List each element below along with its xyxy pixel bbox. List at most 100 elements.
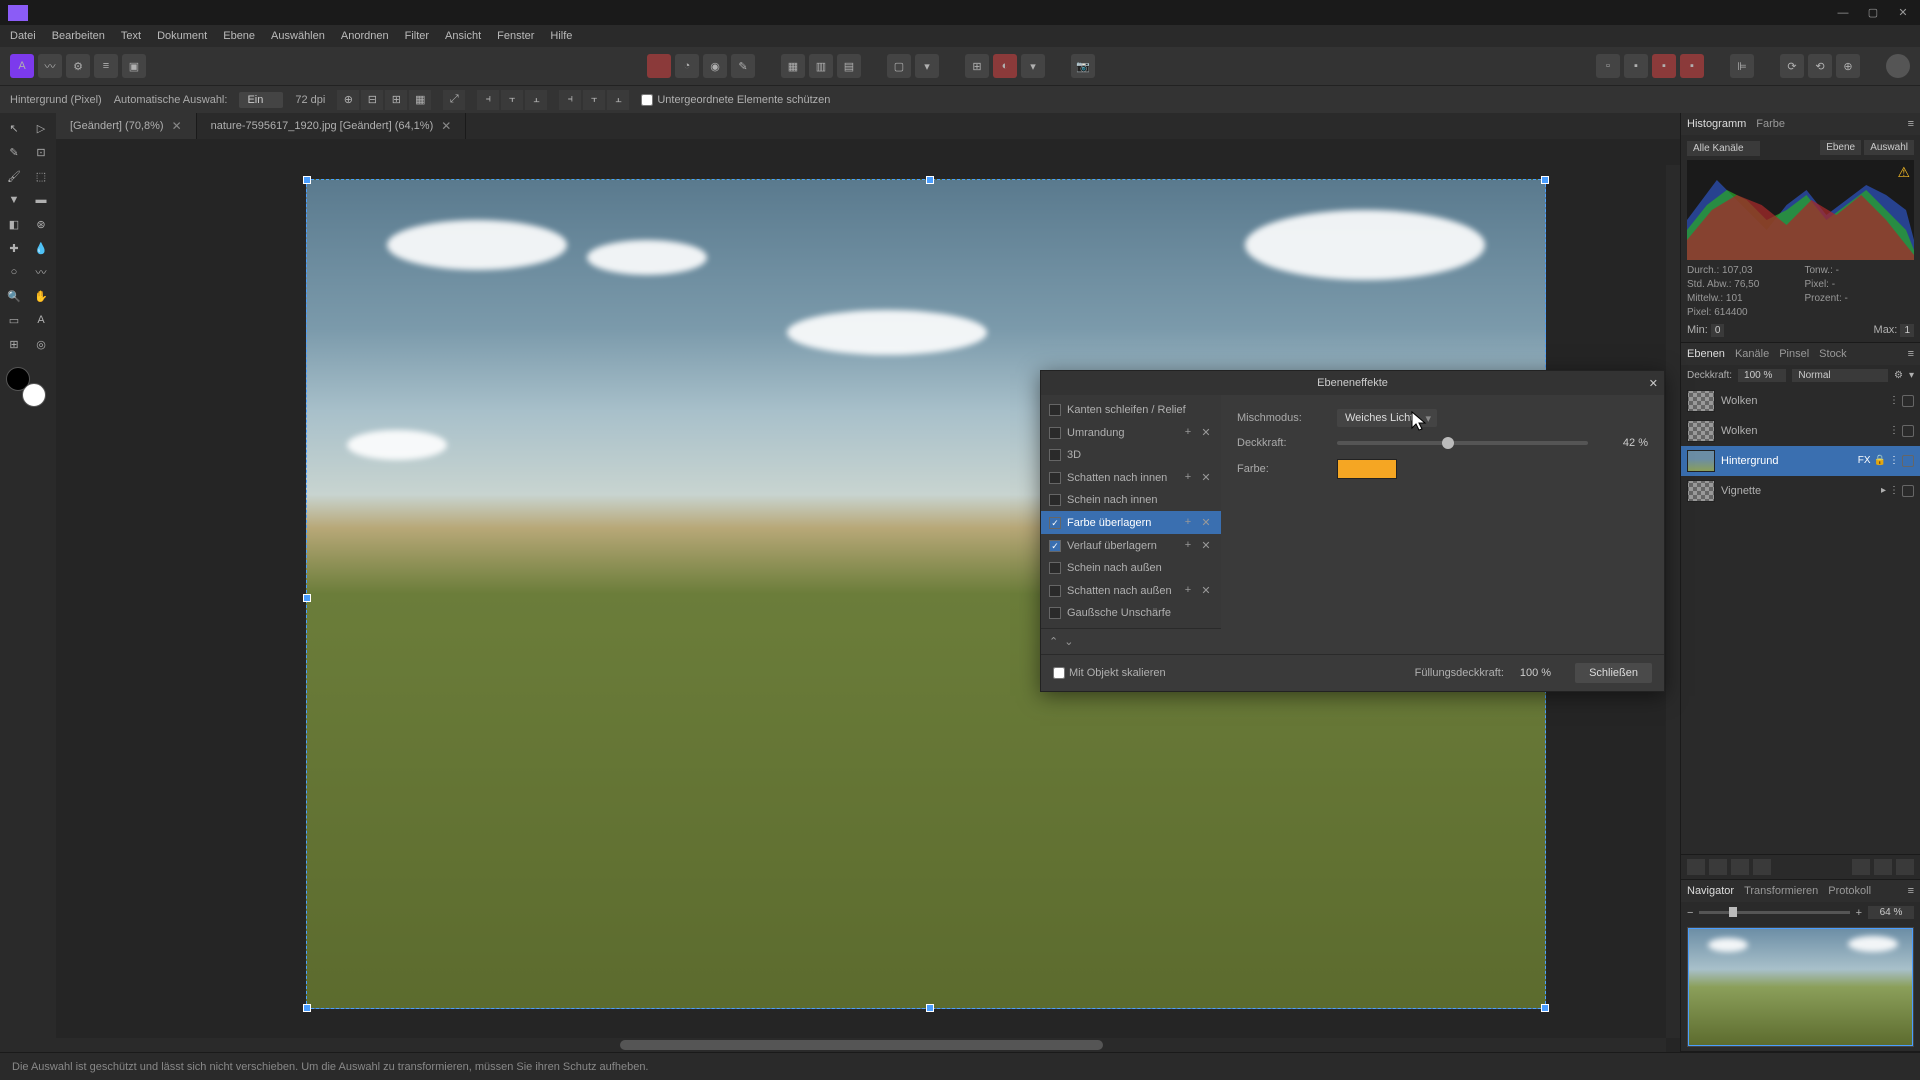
fx-item[interactable]: Kanten schleifen / Relief — [1041, 399, 1221, 421]
tab-layers[interactable]: Ebenen — [1687, 348, 1725, 360]
shape-tool-icon[interactable]: ▭ — [2, 309, 26, 331]
fx-item[interactable]: Schatten nach innen+✕ — [1041, 466, 1221, 489]
fx-remove-icon[interactable]: ✕ — [1199, 471, 1213, 484]
zoom-out-icon[interactable]: − — [1687, 907, 1693, 919]
vertical-scrollbar[interactable] — [1666, 165, 1680, 1038]
align-v-icon[interactable]: ⊞ — [385, 90, 407, 110]
menu-anordnen[interactable]: Anordnen — [341, 30, 389, 42]
fx-add-icon[interactable]: + — [1181, 471, 1195, 484]
auto-select-dropdown[interactable]: Ein — [239, 92, 283, 108]
tab-navigator[interactable]: Navigator — [1687, 885, 1734, 897]
align-left-icon[interactable]: ⫞ — [477, 90, 499, 110]
frame-icon[interactable]: ▢ — [887, 54, 911, 78]
layer-item[interactable]: Wolken⋮ — [1681, 386, 1920, 416]
layer-opacity-input[interactable]: 100 % — [1738, 369, 1786, 382]
persona-develop-icon[interactable]: ⚙ — [66, 54, 90, 78]
smudge-tool-icon[interactable]: 〰 — [29, 261, 53, 283]
fx-button[interactable] — [1731, 859, 1749, 875]
sync2-icon[interactable]: ⟲ — [1808, 54, 1832, 78]
clone-tool-icon[interactable]: ⊛ — [29, 213, 53, 235]
blend-mode-dropdown[interactable]: Weiches Licht — [1337, 409, 1437, 427]
fx-remove-icon[interactable]: ✕ — [1199, 584, 1213, 597]
horizontal-scrollbar[interactable] — [56, 1038, 1666, 1052]
arrange-top-icon[interactable]: ▪ — [1680, 54, 1704, 78]
arrange-mid-icon[interactable]: ▪ — [1624, 54, 1648, 78]
menu-auswählen[interactable]: Auswählen — [271, 30, 325, 42]
tab-history[interactable]: Protokoll — [1828, 885, 1871, 897]
layer-blend-dropdown[interactable]: Normal — [1792, 369, 1888, 382]
tab-stock[interactable]: Stock — [1819, 348, 1847, 360]
grid-toggle-icon[interactable]: ▦ — [781, 54, 805, 78]
tab-close-icon[interactable]: ✕ — [172, 119, 182, 133]
delete-layer-button[interactable] — [1874, 859, 1892, 875]
opacity-value[interactable]: 42 % — [1598, 437, 1648, 449]
opacity-slider[interactable] — [1337, 441, 1588, 445]
align-vcenter-icon[interactable]: ⫟ — [583, 90, 605, 110]
dropdown-icon[interactable]: ▾ — [915, 54, 939, 78]
blur-tool-icon[interactable]: 💧 — [29, 237, 53, 259]
brush-tool-icon[interactable]: 🖌 — [2, 165, 26, 187]
panel-menu-icon[interactable]: ≡ — [1908, 348, 1914, 360]
menu-dokument[interactable]: Dokument — [157, 30, 207, 42]
visibility-checkbox[interactable] — [1902, 425, 1914, 437]
node-tool-icon[interactable]: ▷ — [29, 117, 53, 139]
account-avatar[interactable] — [1886, 54, 1910, 78]
fx-checkbox[interactable] — [1049, 517, 1061, 529]
color-format-icon[interactable] — [647, 54, 671, 78]
tab-channels[interactable]: Kanäle — [1735, 348, 1769, 360]
selection-tool-icon[interactable]: ⬚ — [29, 165, 53, 187]
persona-liquify-icon[interactable]: 〰 — [38, 54, 62, 78]
menu-text[interactable]: Text — [121, 30, 141, 42]
align-h-icon[interactable]: ⊟ — [361, 90, 383, 110]
align-bottom-icon[interactable]: ⫠ — [607, 90, 629, 110]
align-right-icon[interactable]: ⫠ — [525, 90, 547, 110]
fx-item[interactable]: Verlauf überlagern+✕ — [1041, 534, 1221, 557]
fx-item[interactable]: Schein nach innen — [1041, 489, 1221, 511]
lock-icon[interactable]: 🔒 — [1874, 455, 1886, 467]
persona-export-icon[interactable]: ▣ — [122, 54, 146, 78]
channel-dropdown[interactable]: Alle Kanäle — [1687, 141, 1760, 156]
pen-tool-icon[interactable]: ✎ — [2, 141, 26, 163]
align-top-icon[interactable]: ⫞ — [559, 90, 581, 110]
autocolor-icon[interactable]: ◐ — [993, 54, 1017, 78]
fx-checkbox[interactable] — [1049, 472, 1061, 484]
autolevels-icon[interactable]: ⊞ — [965, 54, 989, 78]
layer-item[interactable]: Wolken⋮ — [1681, 416, 1920, 446]
navigator-viewport[interactable] — [1688, 928, 1913, 1046]
visibility-checkbox[interactable] — [1902, 455, 1914, 467]
transform-icon[interactable]: ⤢ — [443, 90, 465, 110]
fx-add-icon[interactable]: + — [1181, 426, 1195, 439]
menu-bearbeiten[interactable]: Bearbeiten — [52, 30, 105, 42]
eraser-tool-icon[interactable]: ◧ — [2, 213, 26, 235]
persona-tone-icon[interactable]: ≡ — [94, 54, 118, 78]
lock-children-checkbox[interactable]: Untergeordnete Elemente schützen — [641, 94, 830, 106]
fx-item[interactable]: Schatten nach außen+✕ — [1041, 579, 1221, 602]
move-down-icon[interactable]: ⌄ — [1064, 635, 1073, 648]
document-tab[interactable]: nature-7595617_1920.jpg [Geändert] (64,1… — [197, 113, 467, 139]
menu-hilfe[interactable]: Hilfe — [550, 30, 572, 42]
fx-item[interactable]: Umrandung+✕ — [1041, 421, 1221, 444]
panel-menu-icon[interactable]: ≡ — [1908, 885, 1914, 897]
grid-off-icon[interactable]: ▥ — [809, 54, 833, 78]
link-icon[interactable]: ⋮ — [1889, 395, 1899, 407]
sync-icon[interactable]: ⟳ — [1780, 54, 1804, 78]
zoom-slider[interactable] — [1699, 911, 1849, 914]
heal-tool-icon[interactable]: ✚ — [2, 237, 26, 259]
tab-brush[interactable]: Pinsel — [1779, 348, 1809, 360]
layer-menu-icon[interactable]: ▾ — [1909, 370, 1914, 381]
fx-checkbox[interactable] — [1049, 427, 1061, 439]
menu-filter[interactable]: Filter — [405, 30, 429, 42]
panel-menu-icon[interactable]: ≡ — [1908, 118, 1914, 130]
adjustment-button[interactable] — [1709, 859, 1727, 875]
maximize-button[interactable]: ▢ — [1864, 4, 1882, 22]
layer-toggle-icon[interactable]: ▸ — [1881, 485, 1886, 497]
zoom-value[interactable]: 64 % — [1868, 906, 1914, 919]
arrange-front-icon[interactable]: ▪ — [1652, 54, 1676, 78]
visibility-checkbox[interactable] — [1902, 485, 1914, 497]
histo-selection-button[interactable]: Auswahl — [1864, 140, 1914, 155]
swatch-icon[interactable]: ◔ — [675, 54, 699, 78]
link-icon[interactable]: ⋮ — [1889, 485, 1899, 497]
fx-remove-icon[interactable]: ✕ — [1199, 516, 1213, 529]
menu-ansicht[interactable]: Ansicht — [445, 30, 481, 42]
fx-remove-icon[interactable]: ✕ — [1199, 539, 1213, 552]
